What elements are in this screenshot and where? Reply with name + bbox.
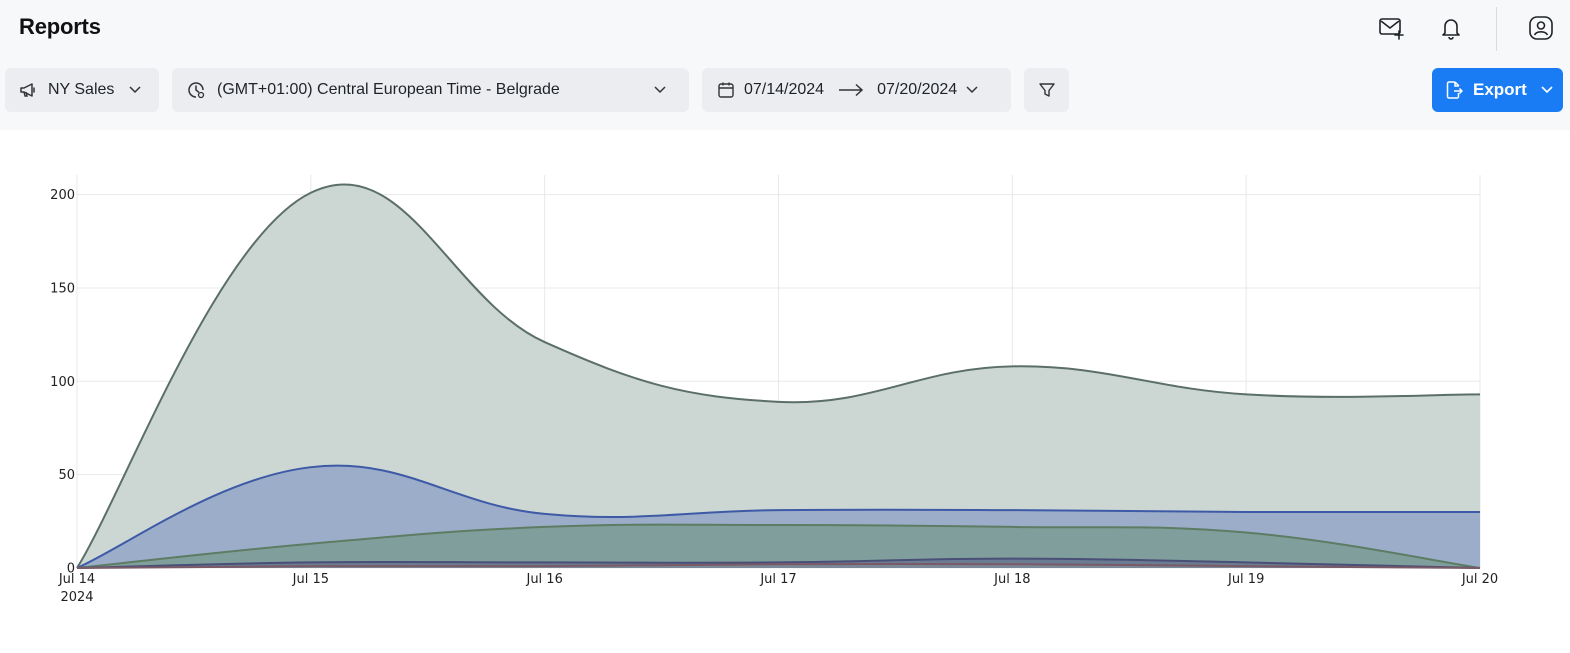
chevron-down-icon: [129, 86, 141, 94]
funnel-icon: [1038, 81, 1056, 99]
y-tick-label: 50: [58, 468, 75, 483]
export-label: Export: [1473, 80, 1527, 99]
area-chart: 0 50 100 150 200 Jul 14 Jul 15 Jul 16 Jul 17 Jul…: [0, 130, 1570, 648]
y-tick-label: 200: [50, 188, 75, 203]
timezone-label: (GMT+01:00) Central European Time - Belg…: [217, 81, 560, 98]
x-tick-year-label: 2024: [60, 590, 93, 605]
calendar-icon: [717, 81, 735, 99]
date-start[interactable]: 07/14/2024: [744, 81, 824, 99]
header-divider: [1496, 7, 1497, 51]
x-tick-label: Jul 20: [1461, 572, 1498, 587]
mail-plus-icon[interactable]: [1375, 11, 1409, 45]
y-tick-label: 100: [50, 375, 75, 390]
arrow-right-icon: [838, 83, 864, 97]
filter-button[interactable]: [1024, 68, 1069, 112]
x-tick-label: Jul 17: [759, 572, 796, 587]
x-tick-label: Jul 14: [58, 572, 95, 587]
campaign-select[interactable]: NY Sales: [5, 68, 159, 112]
chevron-down-icon: [654, 86, 666, 94]
date-end[interactable]: 07/20/2024: [877, 81, 957, 99]
chart-svg: 050100150200 Jul 14 Jul 15 Jul 16 Jul 17 Jul…: [50, 175, 1498, 605]
chevron-down-icon: [966, 86, 978, 94]
page-title: Reports: [19, 14, 101, 39]
x-tick-label: Jul 15: [292, 572, 329, 587]
top-bar: Reports NY Sales (GMT+01:00) Central Eur…: [0, 0, 1570, 130]
export-button[interactable]: Export: [1432, 68, 1563, 112]
x-tick-label: Jul 19: [1227, 572, 1264, 587]
campaign-label: NY Sales: [48, 81, 115, 98]
filter-bar: NY Sales (GMT+01:00) Central European Ti…: [0, 68, 1570, 112]
user-circle-icon[interactable]: [1524, 11, 1558, 45]
x-tick-label: Jul 18: [993, 572, 1030, 587]
file-export-icon: [1445, 80, 1463, 100]
clock-icon: [186, 80, 206, 100]
chevron-down-icon: [1541, 86, 1553, 94]
bell-icon[interactable]: [1434, 11, 1468, 45]
timezone-select[interactable]: (GMT+01:00) Central European Time - Belg…: [172, 68, 689, 112]
x-tick-label: Jul 16: [525, 572, 562, 587]
date-range-picker[interactable]: 07/14/2024 07/20/2024: [702, 68, 1011, 112]
y-tick-label: 150: [50, 281, 75, 296]
megaphone-icon: [18, 81, 38, 99]
